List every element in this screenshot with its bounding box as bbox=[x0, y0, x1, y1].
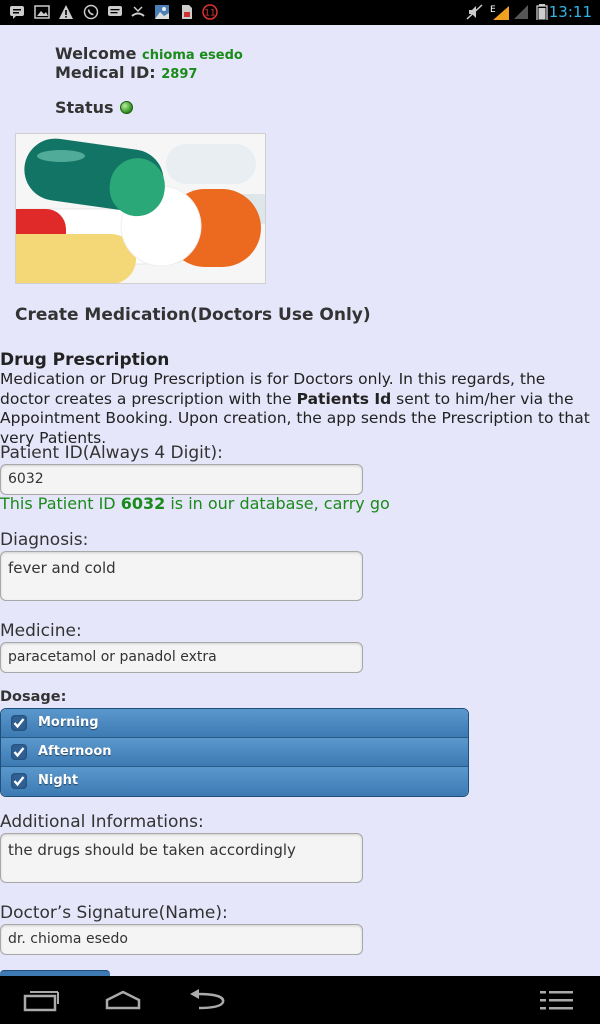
medical-id-line: Medical ID: 2897 bbox=[55, 63, 197, 82]
whatsapp-icon bbox=[83, 4, 99, 20]
svg-text:11: 11 bbox=[204, 9, 215, 19]
patient-id-input[interactable]: 6032 bbox=[0, 464, 363, 495]
status-line: Status bbox=[55, 98, 133, 117]
validation-id: 6032 bbox=[120, 494, 166, 513]
validation-prefix: This Patient ID bbox=[0, 494, 121, 513]
diagnosis-label: Diagnosis: bbox=[0, 530, 89, 550]
badge-icon: 11 bbox=[202, 4, 218, 20]
warning-icon bbox=[59, 5, 73, 19]
medical-id-value: 2897 bbox=[161, 67, 198, 82]
missed-call-icon bbox=[131, 6, 145, 17]
dosage-option-label: Night bbox=[38, 773, 79, 788]
status-online-icon bbox=[119, 101, 133, 114]
status-label: Status bbox=[55, 98, 114, 117]
battery-icon bbox=[536, 4, 548, 20]
back-icon[interactable] bbox=[187, 986, 227, 1014]
description-bold: Patients Id bbox=[296, 389, 392, 408]
signal-e-icon: E bbox=[490, 5, 509, 20]
navigation-bar bbox=[0, 976, 600, 1024]
home-icon[interactable] bbox=[104, 986, 142, 1014]
checkbox-checked-icon[interactable] bbox=[11, 773, 27, 789]
patient-id-label: Patient ID(Always 4 Digit): bbox=[0, 443, 223, 463]
section-title: Drug Prescription bbox=[0, 350, 170, 370]
dosage-option-morning[interactable]: Morning bbox=[1, 709, 468, 738]
welcome-line: Welcome chioma esedo bbox=[55, 44, 243, 63]
main-content: Welcome chioma esedo Medical ID: 2897 St… bbox=[0, 25, 600, 976]
create-medication-title: Create Medication(Doctors Use Only) bbox=[15, 305, 371, 325]
clock: 13:11 bbox=[548, 3, 592, 21]
dosage-label: Dosage: bbox=[0, 689, 67, 705]
diagnosis-textarea[interactable]: fever and cold bbox=[0, 551, 363, 601]
signature-input[interactable]: dr. chioma esedo bbox=[0, 924, 363, 955]
additional-info-textarea[interactable]: the drugs should be taken accordingly bbox=[0, 833, 363, 883]
image-icon bbox=[34, 5, 50, 19]
user-name: chioma esedo bbox=[142, 48, 243, 63]
message-icon bbox=[10, 6, 24, 19]
signal-icon bbox=[514, 5, 528, 19]
image2-icon bbox=[155, 5, 169, 19]
checkbox-checked-icon[interactable] bbox=[11, 744, 27, 760]
dosage-checkbox-group: Morning Afternoon Night bbox=[0, 708, 469, 797]
dosage-option-afternoon[interactable]: Afternoon bbox=[1, 738, 468, 767]
validation-suffix: is in our database, carry go bbox=[165, 494, 390, 513]
checkbox-checked-icon[interactable] bbox=[11, 715, 27, 731]
medicine-input[interactable]: paracetamol or panadol extra bbox=[0, 642, 363, 673]
welcome-label: Welcome bbox=[55, 44, 137, 63]
no-sound-icon bbox=[466, 4, 483, 20]
pills-image bbox=[15, 133, 266, 284]
chat-icon bbox=[108, 6, 122, 16]
section-description: Medication or Drug Prescription is for D… bbox=[0, 370, 590, 448]
additional-info-label: Additional Informations: bbox=[0, 812, 204, 832]
medicine-label: Medicine: bbox=[0, 621, 82, 641]
pills-illustration bbox=[16, 134, 265, 283]
dosage-option-label: Afternoon bbox=[38, 744, 112, 759]
svg-text:E: E bbox=[490, 5, 496, 15]
medical-id-label: Medical ID: bbox=[55, 63, 156, 82]
status-bar: 11 E 13:11 bbox=[0, 0, 600, 25]
sim-icon bbox=[182, 5, 192, 19]
signature-label: Doctor’s Signature(Name): bbox=[0, 903, 228, 923]
recent-apps-icon[interactable] bbox=[22, 986, 60, 1014]
dosage-option-label: Morning bbox=[38, 715, 99, 730]
patient-validation-message: This Patient ID 6032 is in our database,… bbox=[0, 494, 390, 513]
dosage-option-night[interactable]: Night bbox=[1, 767, 468, 796]
menu-icon[interactable] bbox=[538, 986, 576, 1014]
